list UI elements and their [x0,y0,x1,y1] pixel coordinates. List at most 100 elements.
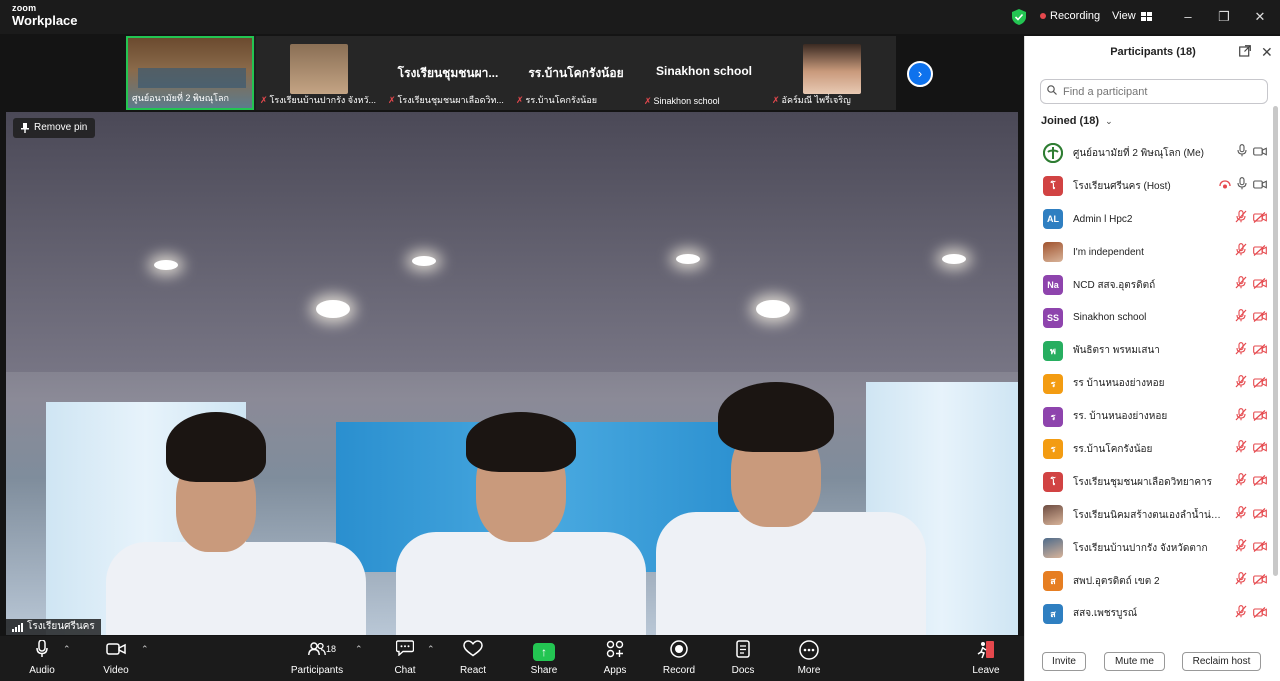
recording-indicator[interactable]: Recording [1040,10,1100,22]
thumbnail-tile[interactable]: ✗ โรงเรียนบ้านปากรัง จังหวั... [256,36,384,110]
apps-button[interactable]: Apps [600,640,630,676]
camera-off-icon[interactable] [1253,309,1267,327]
thumbnail-big-name: รร.บ้านโคกรังน้อย [528,66,624,80]
participant-row[interactable]: โ โรงเรียนศรีนคร (Host) [1025,170,1273,203]
participant-row[interactable]: ร รร. บ้านหนองย่างหอย [1025,400,1273,433]
camera-off-icon[interactable] [1253,440,1267,458]
participant-row[interactable]: ร รร บ้านหนองย่างหอย [1025,367,1273,400]
more-button[interactable]: More [795,640,823,676]
react-button[interactable]: React [458,640,488,676]
participant-row[interactable]: พ พันธิตรา พรหมเสนา [1025,334,1273,367]
participant-status-icons [1235,440,1267,458]
camera-icon[interactable] [1253,177,1267,195]
mic-muted-icon[interactable] [1235,440,1247,458]
mic-muted-icon[interactable] [1235,243,1247,261]
participant-row[interactable]: Na NCD สสจ.อุตรดิตถ์ [1025,269,1273,302]
participants-button[interactable]: 18 Participants [288,640,346,676]
microphone-icon[interactable] [1237,144,1247,162]
mic-muted-icon[interactable] [1235,341,1247,360]
mic-muted-icon[interactable] [1235,309,1247,327]
joined-section-toggle[interactable]: Joined (18) ⌄ [1041,115,1113,127]
participant-list: ศูนย์อนามัยที่ 2 พิษณุโลก (Me) โ โรงเรียนศ… [1025,137,1273,637]
participant-row[interactable]: SS Sinakhon school [1025,301,1273,334]
camera-off-icon[interactable] [1253,375,1267,393]
mic-muted-icon[interactable] [1235,605,1247,623]
mic-muted-icon[interactable] [1235,210,1247,228]
chevron-up-icon: ⌃ [141,644,149,654]
chat-icon [391,640,419,662]
participant-row[interactable]: ศูนย์อนามัยที่ 2 พิษณุโลก (Me) [1025,137,1273,170]
participant-avatar: โ [1043,176,1063,197]
camera-off-icon[interactable] [1253,408,1267,426]
participant-row[interactable]: AL Admin l Hpc2 [1025,203,1273,236]
mic-muted-icon[interactable] [1235,276,1247,294]
participant-row[interactable]: ส สพป.อุตรดิตถ์ เขต 2 [1025,565,1273,598]
search-icon [1047,85,1057,98]
camera-off-icon[interactable] [1253,473,1267,491]
mic-muted-icon[interactable] [1235,374,1247,393]
camera-icon[interactable] [1253,144,1267,162]
microphone-icon[interactable] [1237,177,1247,195]
camera-off-icon[interactable] [1253,210,1267,228]
camera-off-icon[interactable] [1253,276,1267,294]
mic-muted-icon[interactable] [1235,473,1247,491]
chat-button[interactable]: Chat [391,640,419,676]
ceiling-light [676,254,700,264]
participant-row[interactable]: โ โรงเรียนชุมชนผาเลือดวิทยาคาร [1025,466,1273,499]
audio-button[interactable]: Audio [26,639,58,676]
participant-name: Admin l Hpc2 [1073,213,1133,225]
encryption-shield-icon[interactable] [1012,9,1026,25]
record-button[interactable]: Record [662,640,696,676]
maximize-icon[interactable]: ❐ [1214,7,1234,27]
participant-name: ศูนย์อนามัยที่ 2 พิษณุโลก (Me) [1073,147,1205,159]
zoom-window: zoom Workplace Recording View – ❐ ✕ ศูนย… [0,0,1280,681]
mute-me-button[interactable]: Mute me [1104,652,1165,671]
camera-off-icon[interactable] [1253,572,1267,590]
thumbnail-tile[interactable]: ✗ อัคร์มณี ไพรี่เจริญ [768,36,896,110]
participants-icon [288,640,346,662]
participant-avatar: ร [1043,406,1063,427]
minimize-icon[interactable]: – [1178,7,1198,27]
participant-list-scrollbar[interactable] [1273,106,1278,576]
participant-row[interactable]: ส สสจ.เพชรบูรณ์ [1025,597,1273,630]
participant-row[interactable]: โรงเรียนบ้านปากรัง จังหวัดตาก [1025,532,1273,565]
view-button[interactable]: View [1112,10,1152,22]
video-button[interactable]: Video [100,640,132,676]
thumbnail-tile[interactable]: โรงเรียนชุมชนผา... ✗ โรงเรียนชุมชนผาเลือด… [384,36,512,110]
camera-off-icon[interactable] [1253,605,1267,623]
mic-muted-icon[interactable] [1235,572,1247,590]
share-button[interactable]: ↑ Share [528,640,560,676]
camera-off-icon[interactable] [1253,539,1267,557]
camera-off-icon[interactable] [1253,243,1267,261]
panel-header: Participants (18) ✕ [1025,36,1280,70]
close-panel-icon[interactable]: ✕ [1261,44,1275,60]
docs-button[interactable]: Docs [729,640,757,676]
close-icon[interactable]: ✕ [1250,7,1270,27]
remove-pin-button[interactable]: Remove pin [13,118,96,138]
leave-button[interactable]: Leave [970,640,1002,676]
thumbnail-name: ✗ รร.บ้านโคกรังน้อย [516,95,597,105]
chevron-up-icon: ⌃ [355,644,363,654]
recording-status-icon [1219,177,1231,195]
mic-muted-icon[interactable] [1235,407,1247,426]
participant-row[interactable]: I'm independent [1025,236,1273,269]
meeting-toolbar: Audio ⌃ Video ⌃ 18 Participants ⌃ Chat ⌃ [0,636,1024,681]
thumbnail-tile[interactable]: รร.บ้านโคกรังน้อย ✗ รร.บ้านโคกรังน้อย [512,36,640,110]
view-label: View [1112,10,1136,22]
ceiling-light [316,300,350,318]
thumbnail-tile[interactable]: ศูนย์อนามัยที่ 2 พิษณุโลก [126,36,254,110]
mic-muted-icon[interactable] [1235,506,1247,524]
invite-button[interactable]: Invite [1042,652,1086,671]
participant-row[interactable]: ร รร.บ้านโคกรังน้อย [1025,433,1273,466]
camera-off-icon[interactable] [1253,506,1267,524]
search-participant-input[interactable] [1040,79,1268,104]
participant-avatar: ส [1043,571,1063,592]
camera-off-icon[interactable] [1253,342,1267,360]
thumbnail-tile[interactable]: Sinakhon school ✗ Sinakhon school [640,36,768,110]
participant-status-icons [1235,341,1267,360]
next-page-button[interactable]: › [907,61,933,87]
reclaim-host-button[interactable]: Reclaim host [1182,652,1261,671]
popout-icon[interactable] [1239,45,1253,59]
mic-muted-icon[interactable] [1235,539,1247,557]
participant-row[interactable]: โรงเรียนนิคมสร้างตนเองลำน้ำน่านสง... [1025,499,1273,532]
